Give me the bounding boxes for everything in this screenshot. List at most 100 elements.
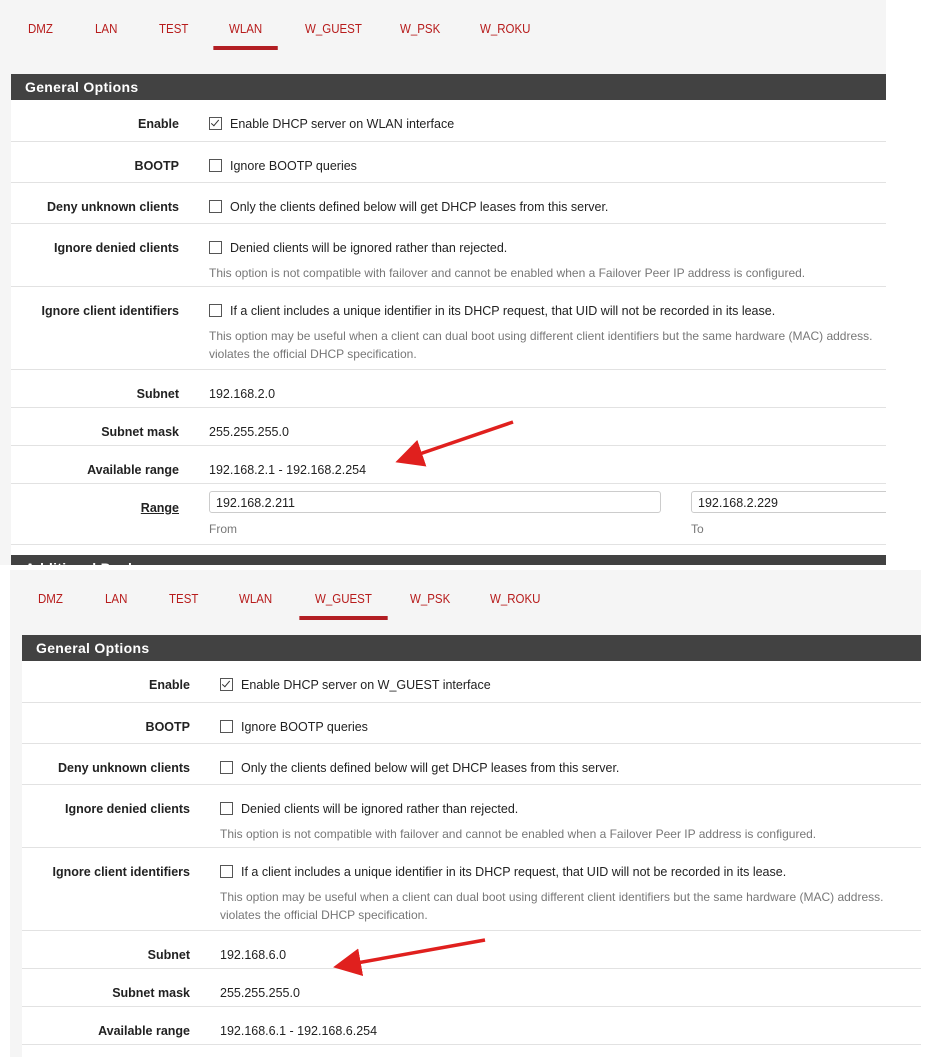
- ignore-uid-label: Ignore client identifiers: [41, 304, 179, 318]
- tab-dmz[interactable]: DMZ: [28, 22, 53, 36]
- subnet-label: Subnet: [136, 387, 179, 401]
- checkbox-option[interactable]: If a client includes a unique identifier…: [220, 865, 786, 879]
- section-header: General Options: [11, 74, 886, 100]
- checkbox-option[interactable]: Denied clients will be ignored rather th…: [209, 241, 507, 255]
- subnet-mask-value: 255.255.255.0: [220, 986, 300, 1000]
- row-subnet-mask: Subnet mask 255.255.255.0: [22, 969, 921, 1007]
- ignore-denied-text: Denied clients will be ignored rather th…: [241, 802, 519, 816]
- subnet-mask-label: Subnet mask: [101, 425, 179, 439]
- general-options-panel: General Options Enable Enable DHCP server …: [11, 74, 886, 565]
- subnet-value: 192.168.6.0: [220, 948, 287, 962]
- enable-label: Enable: [138, 117, 179, 131]
- row-range: Range 192.168.2.211 From 192.168.2.229 To: [11, 484, 886, 545]
- ignore-denied-checkbox[interactable]: [220, 802, 233, 815]
- deny-unknown-text: Only the clients defined below will get …: [230, 200, 609, 214]
- interface-tabs: DMZ LAN TEST WLAN W_GUEST W_PSK W_ROKU: [10, 570, 921, 630]
- row-bootp: BOOTP Ignore BOOTP queries: [11, 142, 886, 183]
- ignore-uid-label: Ignore client identifiers: [52, 865, 190, 879]
- checkbox-option[interactable]: Ignore BOOTP queries: [209, 159, 357, 173]
- tab-dmz[interactable]: DMZ: [38, 592, 63, 606]
- deny-unknown-checkbox[interactable]: [209, 200, 222, 213]
- ignore-denied-label: Ignore denied clients: [64, 802, 190, 816]
- subnet-value: 192.168.2.0: [209, 387, 276, 401]
- enable-checkbox[interactable]: [209, 117, 222, 130]
- tab-w_psk[interactable]: W_PSK: [400, 22, 440, 36]
- tab-test[interactable]: TEST: [169, 592, 198, 606]
- ignore-denied-text: Denied clients will be ignored rather th…: [230, 241, 508, 255]
- deny-unknown-text: Only the clients defined below will get …: [241, 761, 620, 775]
- tab-w_guest[interactable]: W_GUEST: [299, 592, 388, 620]
- enable-text: Enable DHCP server on W_GUEST interface: [241, 678, 491, 692]
- range-label[interactable]: Range: [11, 501, 179, 515]
- row-ignore-uid: Ignore client identifiers If a client inc…: [11, 287, 886, 370]
- enable-checkbox[interactable]: [220, 678, 233, 691]
- bootp-text: Ignore BOOTP queries: [230, 159, 357, 173]
- help-text: This option is not compatible with failo…: [209, 266, 806, 280]
- help-text: violates the official DHCP specification…: [209, 347, 417, 361]
- tab-w_guest[interactable]: W_GUEST: [305, 22, 362, 36]
- checkbox-option[interactable]: Enable DHCP server on W_GUEST interface: [220, 678, 491, 692]
- deny-unknown-label: Deny unknown clients: [58, 761, 190, 775]
- deny-unknown-label: Deny unknown clients: [47, 200, 179, 214]
- row-enable: Enable Enable DHCP server on WLAN interfa…: [11, 100, 886, 142]
- checkbox-option[interactable]: Only the clients defined below will get …: [209, 200, 608, 214]
- dhcp-screen-wlan: DMZ LAN TEST WLAN W_GUEST W_PSK W_ROKU General …: [0, 0, 886, 565]
- ignore-uid-checkbox[interactable]: [220, 865, 233, 878]
- available-range-label: Available range: [98, 1024, 190, 1038]
- checkbox-option[interactable]: Denied clients will be ignored rather th…: [220, 802, 518, 816]
- help-text: violates the official DHCP specification…: [220, 908, 428, 922]
- dhcp-screen-w_guest: DMZ LAN TEST WLAN W_GUEST W_PSK W_ROKU General …: [10, 570, 921, 1057]
- ignore-denied-checkbox[interactable]: [209, 241, 222, 254]
- subnet-mask-label: Subnet mask: [112, 986, 190, 1000]
- available-range-label: Available range: [87, 463, 179, 477]
- row-deny-unknown: Deny unknown clients Only the clients def…: [11, 183, 886, 224]
- subnet-mask-value: 255.255.255.0: [209, 425, 289, 439]
- tab-lan[interactable]: LAN: [95, 22, 117, 36]
- ignore-uid-text: If a client includes a unique identifier…: [230, 304, 776, 318]
- section-header: General Options: [22, 635, 921, 661]
- row-available-range: Available range 192.168.2.1 - 192.168.2.2…: [11, 446, 886, 484]
- range-to-input[interactable]: 192.168.2.229: [691, 491, 886, 513]
- checkbox-option[interactable]: Only the clients defined below will get …: [220, 761, 619, 775]
- row-subnet: Subnet 192.168.6.0: [22, 931, 921, 969]
- checkbox-option[interactable]: Ignore BOOTP queries: [220, 720, 368, 734]
- help-text: This option is not compatible with failo…: [220, 827, 817, 841]
- deny-unknown-checkbox[interactable]: [220, 761, 233, 774]
- help-text: This option may be useful when a client …: [209, 329, 873, 343]
- row-subnet: Subnet 192.168.2.0: [11, 370, 886, 408]
- interface-tabs: DMZ LAN TEST WLAN W_GUEST W_PSK W_ROKU: [0, 0, 886, 60]
- tab-w_roku[interactable]: W_ROKU: [480, 22, 530, 36]
- row-ignore-uid: Ignore client identifiers If a client inc…: [22, 848, 921, 931]
- row-ignore-denied: Ignore denied clients Denied clients will…: [22, 785, 921, 848]
- range-from-label: From: [209, 522, 237, 536]
- ignore-uid-checkbox[interactable]: [209, 304, 222, 317]
- tab-w_psk[interactable]: W_PSK: [410, 592, 450, 606]
- bootp-text: Ignore BOOTP queries: [241, 720, 368, 734]
- row-enable: Enable Enable DHCP server on W_GUEST inte…: [22, 661, 921, 703]
- row-cut-off: [22, 1045, 921, 1057]
- general-options-panel: General Options Enable Enable DHCP server …: [22, 635, 921, 1057]
- tab-wlan[interactable]: WLAN: [213, 22, 279, 50]
- row-bootp: BOOTP Ignore BOOTP queries: [22, 703, 921, 744]
- tab-wlan[interactable]: WLAN: [239, 592, 272, 606]
- bootp-label: BOOTP: [134, 159, 179, 173]
- row-subnet-mask: Subnet mask 255.255.255.0: [11, 408, 886, 446]
- bootp-label: BOOTP: [145, 720, 190, 734]
- help-text: This option may be useful when a client …: [220, 890, 884, 904]
- bootp-checkbox[interactable]: [220, 720, 233, 733]
- checkbox-option[interactable]: If a client includes a unique identifier…: [209, 304, 775, 318]
- bootp-checkbox[interactable]: [209, 159, 222, 172]
- ignore-uid-text: If a client includes a unique identifier…: [241, 865, 787, 879]
- row-deny-unknown: Deny unknown clients Only the clients def…: [22, 744, 921, 785]
- ignore-denied-label: Ignore denied clients: [53, 241, 179, 255]
- tab-test[interactable]: TEST: [159, 22, 188, 36]
- available-range-value: 192.168.6.1 - 192.168.6.254: [220, 1024, 378, 1038]
- checkbox-option[interactable]: Enable DHCP server on WLAN interface: [209, 117, 454, 131]
- row-available-range: Available range 192.168.6.1 - 192.168.6.2…: [22, 1007, 921, 1045]
- tab-lan[interactable]: LAN: [105, 592, 127, 606]
- range-to-label: To: [691, 522, 704, 536]
- tab-w_roku[interactable]: W_ROKU: [490, 592, 540, 606]
- enable-label: Enable: [149, 678, 190, 692]
- range-from-input[interactable]: 192.168.2.211: [209, 491, 661, 513]
- row-ignore-denied: Ignore denied clients Denied clients will…: [11, 224, 886, 287]
